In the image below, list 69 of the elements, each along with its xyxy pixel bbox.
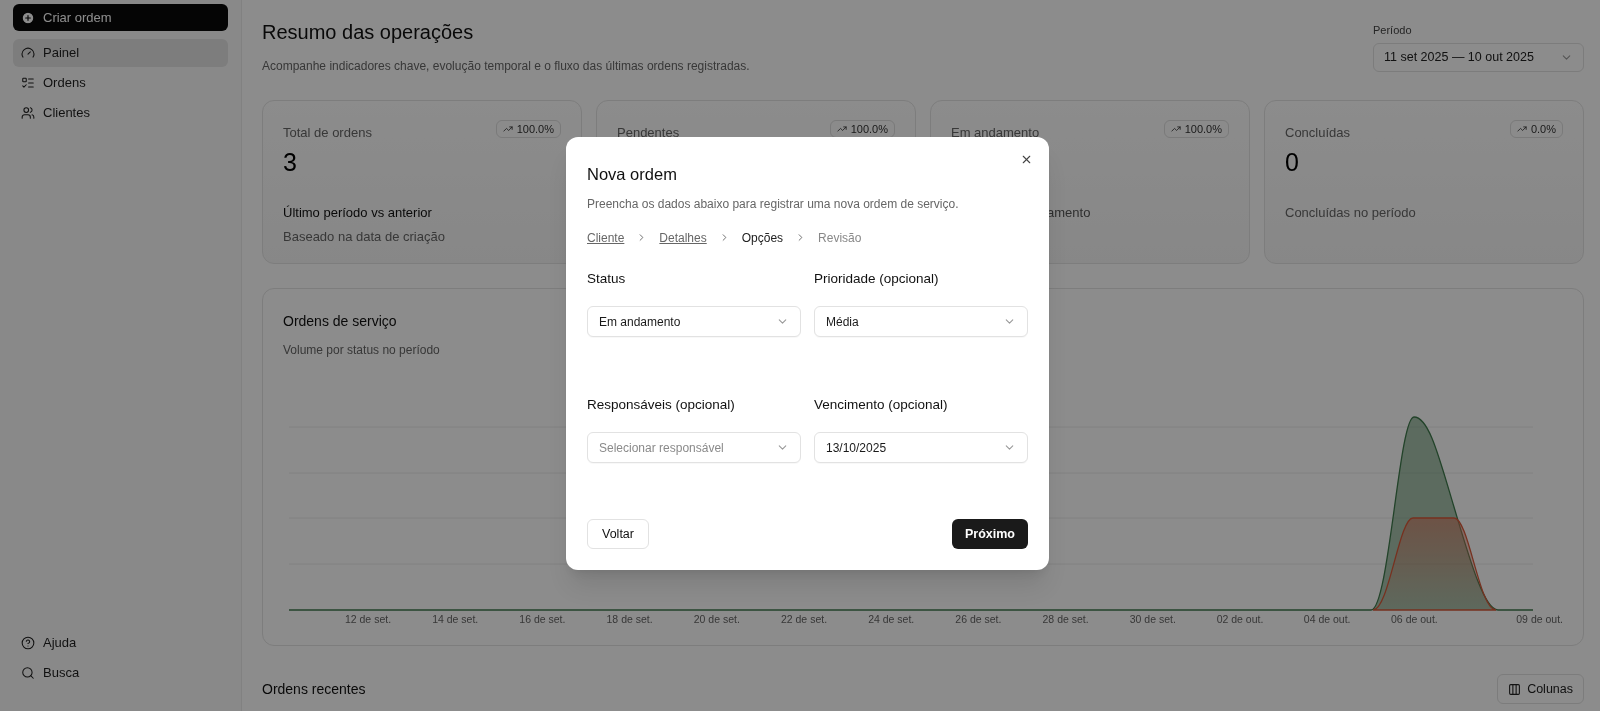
field-label: Prioridade (opcional) bbox=[814, 269, 939, 288]
stat-note: amento bbox=[1047, 203, 1091, 222]
page-subtitle: Acompanhe indicadores chave, evolução temporal e o fluxo das últimas ordens registradas. bbox=[262, 58, 750, 75]
stat-value: 3 bbox=[283, 147, 297, 176]
axis-label: 14 de set. bbox=[432, 612, 479, 627]
stat-note: Concluídas no período bbox=[1285, 203, 1416, 222]
sidebar-item[interactable]: Busca bbox=[13, 659, 228, 687]
trend-up-icon bbox=[1516, 124, 1527, 134]
users-icon bbox=[21, 106, 35, 120]
axis-label: 12 de set. bbox=[344, 612, 392, 627]
page-title: Resumo das operações bbox=[262, 20, 475, 44]
sidebar-item[interactable]: Painel bbox=[13, 39, 228, 67]
section-title: Ordens recentes bbox=[262, 679, 366, 699]
sidebar-item[interactable]: Clientes bbox=[13, 99, 228, 127]
trend-badge: 100.0% bbox=[495, 120, 561, 138]
back-button[interactable]: Voltar bbox=[587, 519, 649, 549]
sidebar-item[interactable]: Ordens bbox=[13, 69, 228, 97]
chart-subtitle: Volume por status no período bbox=[283, 342, 440, 359]
list-icon bbox=[21, 76, 35, 90]
step-link[interactable]: Detalhes bbox=[659, 228, 707, 247]
chart-title: Ordens de serviço bbox=[283, 312, 397, 331]
stat-note: Baseado na data de criação bbox=[283, 228, 445, 246]
axis-label: 30 de set. bbox=[1129, 612, 1176, 627]
trend-up-icon bbox=[1170, 124, 1181, 134]
select-field[interactable]: 13/10/2025 bbox=[814, 432, 1028, 464]
create-order-button[interactable]: Criar ordem bbox=[13, 4, 228, 31]
select-field[interactable]: Selecionar responsável bbox=[587, 432, 801, 464]
search-icon bbox=[21, 666, 35, 680]
axis-label: 20 de set. bbox=[693, 612, 740, 627]
help-icon bbox=[21, 636, 35, 650]
step-link[interactable]: Revisão bbox=[818, 228, 862, 247]
trend-up-icon bbox=[502, 124, 513, 134]
axis-label: 28 de set. bbox=[1042, 612, 1089, 627]
axis-label: 26 de set. bbox=[955, 612, 1002, 627]
field-label: Status bbox=[587, 269, 626, 288]
dialog-title: Nova ordem bbox=[587, 164, 677, 185]
axis-label: 06 de out. bbox=[1391, 612, 1438, 627]
trend-badge: 100.0% bbox=[1163, 120, 1229, 138]
columns-button[interactable]: Colunas bbox=[1497, 674, 1584, 704]
next-button[interactable]: Próximo bbox=[952, 519, 1028, 549]
axis-label: 22 de set. bbox=[780, 612, 828, 627]
columns-icon bbox=[1508, 682, 1522, 696]
axis-label: 04 de out. bbox=[1303, 612, 1351, 627]
dialog-description: Preencha os dados abaixo para registrar uma nova ordem de serviço. bbox=[587, 195, 959, 213]
stat-value: 0 bbox=[1285, 147, 1299, 176]
stat-label: Concluídas bbox=[1285, 124, 1351, 142]
step-link[interactable]: Opções bbox=[741, 228, 784, 247]
field-label: Responsáveis (opcional) bbox=[587, 396, 735, 414]
axis-label: 24 de set. bbox=[868, 612, 915, 627]
stat-label: Total de ordens bbox=[283, 124, 372, 142]
period-label: Período bbox=[1373, 23, 1412, 38]
axis-label: 16 de set. bbox=[519, 612, 566, 627]
sidebar-item[interactable]: Ajuda bbox=[13, 629, 228, 657]
trend-up-icon bbox=[836, 124, 847, 134]
field-label: Vencimento (opcional) bbox=[814, 396, 948, 414]
axis-label: 02 de out. bbox=[1216, 612, 1264, 627]
stat-caption: Último período vs anterior bbox=[283, 203, 432, 222]
stat-label: Em andamento bbox=[951, 124, 1040, 142]
close-icon bbox=[1020, 153, 1033, 166]
axis-label: 09 de out. bbox=[1516, 612, 1563, 627]
period-select[interactable]: 11 set 2025 — 10 out 2025 bbox=[1373, 42, 1584, 72]
stat-label: Pendentes bbox=[617, 124, 680, 142]
plus-circle-icon bbox=[21, 10, 35, 25]
select-field[interactable]: Em andamento bbox=[587, 306, 801, 337]
axis-label: 18 de set. bbox=[606, 612, 653, 627]
trend-badge: 0.0% bbox=[1509, 120, 1563, 138]
step-link[interactable]: Cliente bbox=[587, 228, 625, 247]
gauge-icon bbox=[21, 46, 35, 60]
select-field[interactable]: Média bbox=[814, 306, 1028, 337]
